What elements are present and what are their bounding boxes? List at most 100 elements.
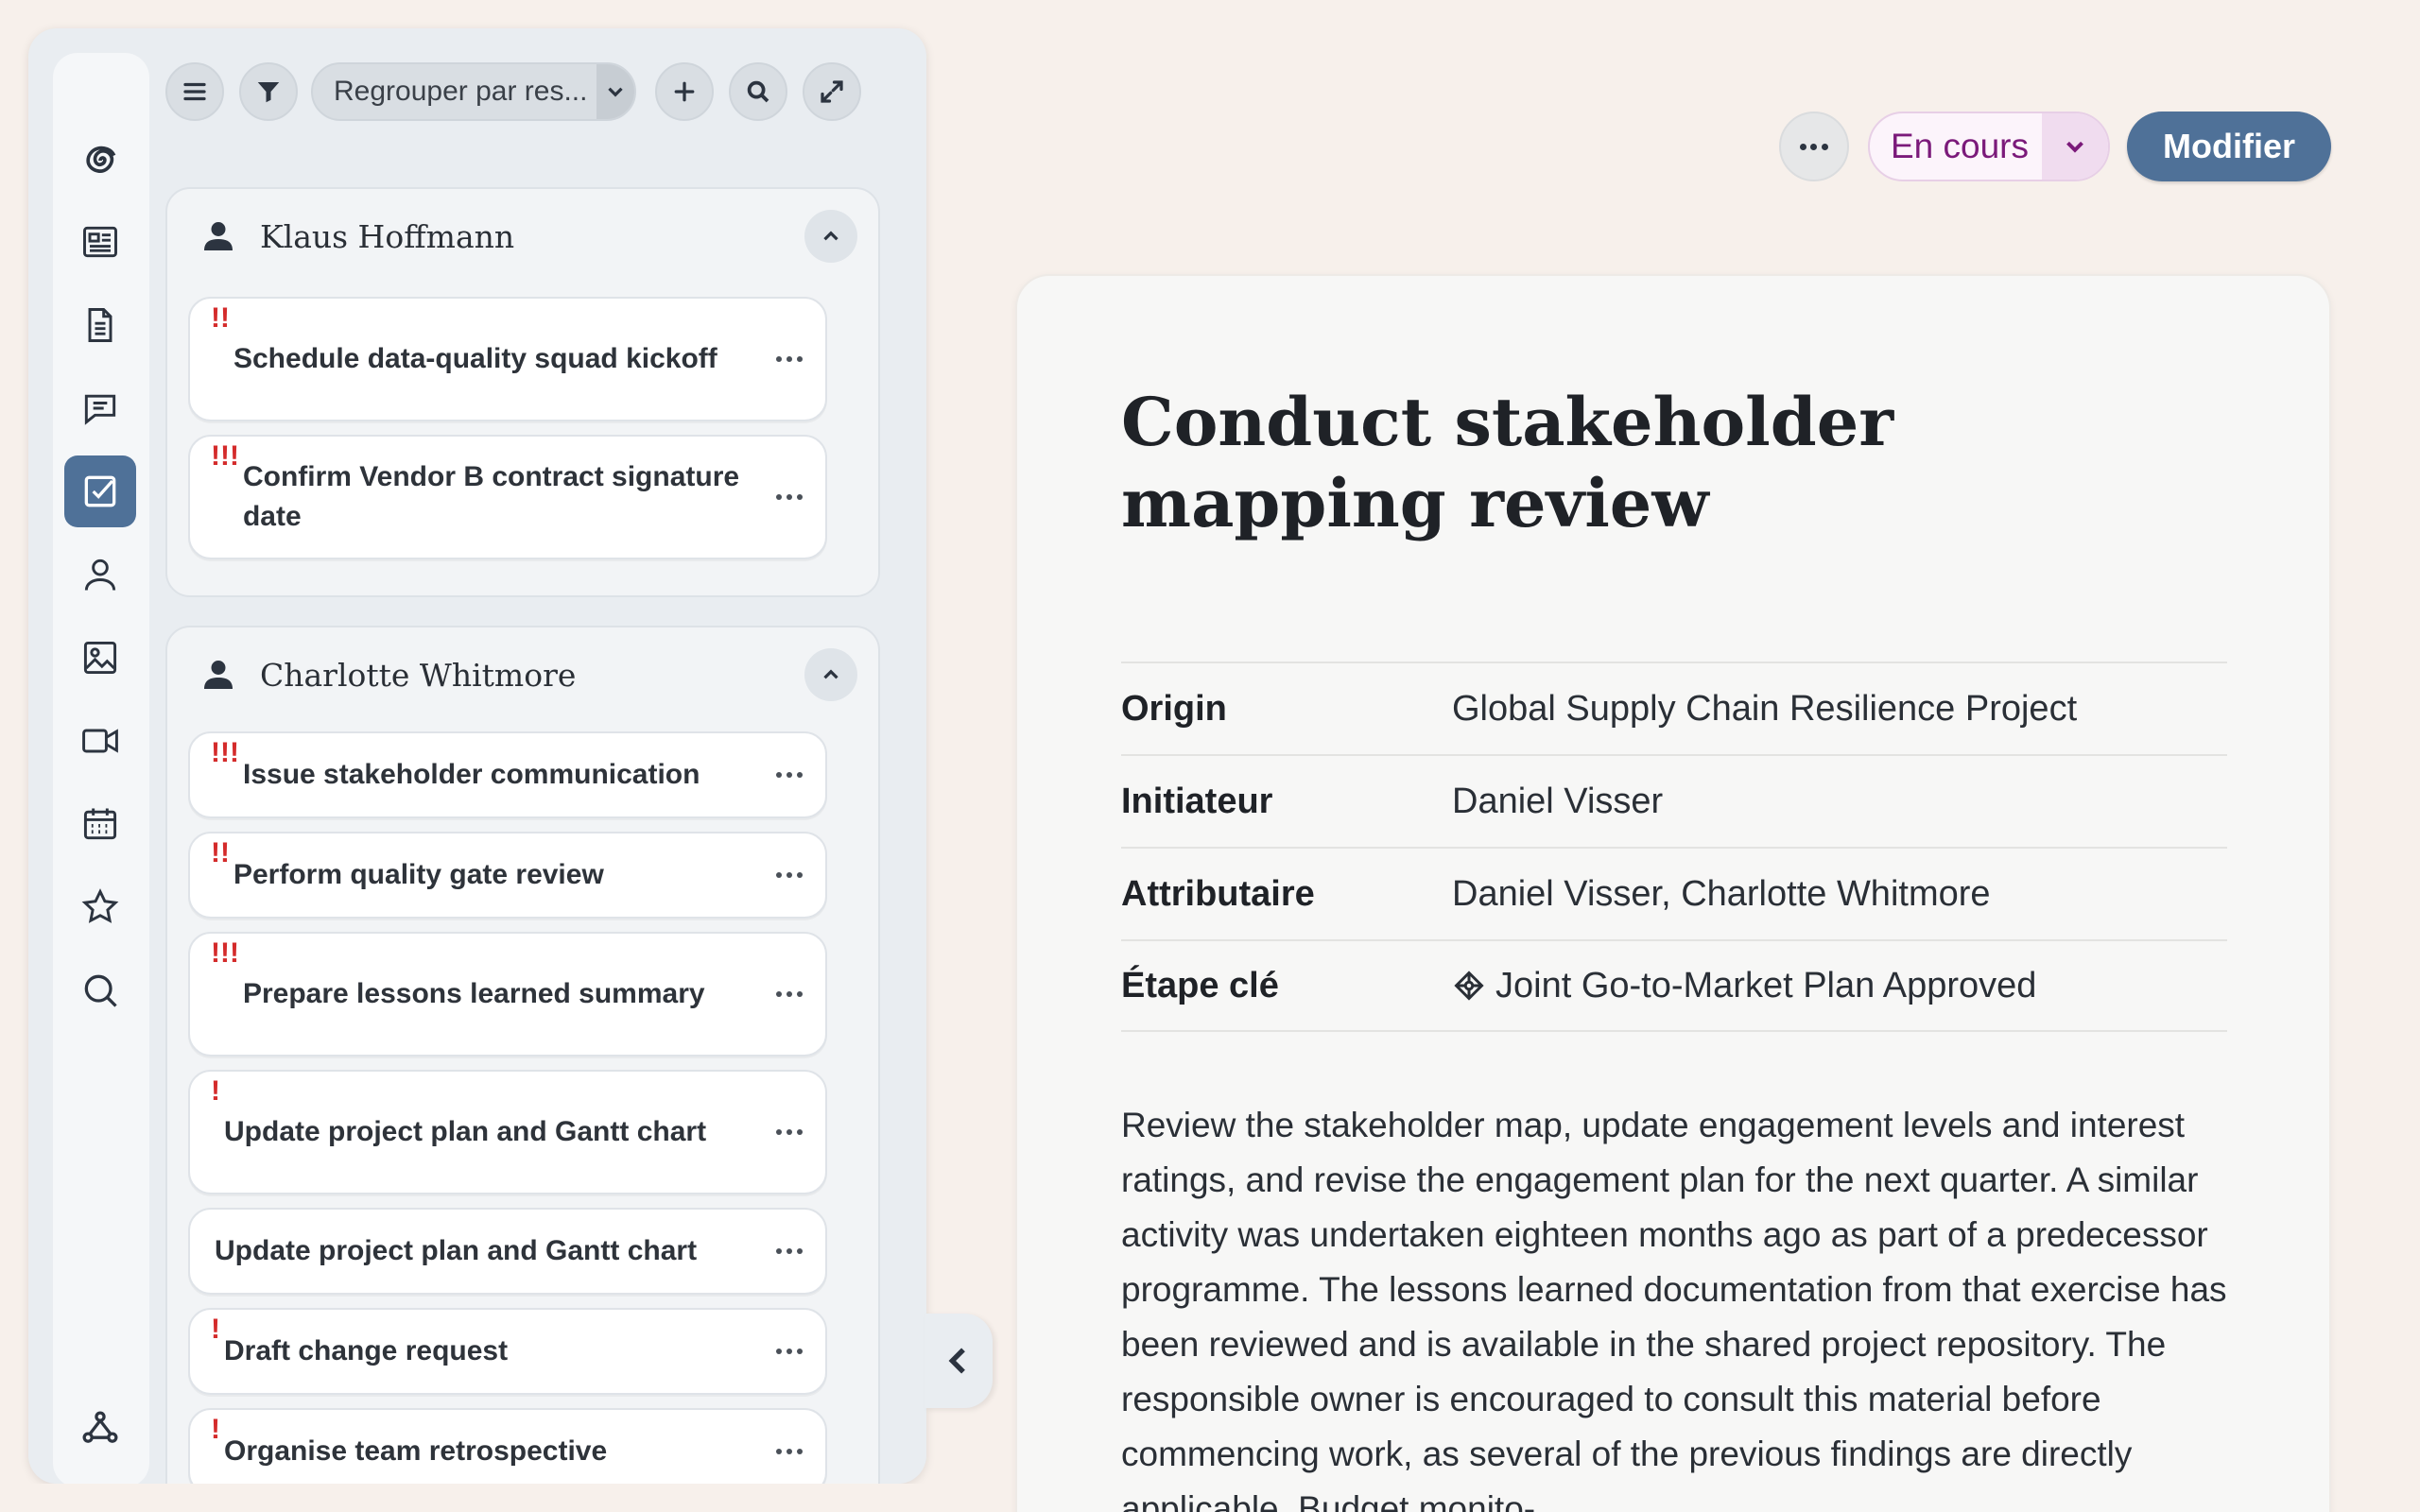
person-icon (204, 222, 233, 250)
property-key: Initiateur (1121, 781, 1273, 821)
task-title: Update project plan and Gantt chart (224, 1116, 707, 1147)
chevron-up-icon (823, 231, 838, 241)
property-value[interactable]: Global Supply Chain Resilience Project (1452, 689, 2077, 730)
status-label: En cours (1890, 127, 2029, 165)
priority-indicator: !!! (211, 440, 239, 472)
search-button[interactable] (729, 62, 787, 121)
task-title: Confirm Vendor B contract signature date (242, 461, 740, 532)
task-title: Organise team retrospective (224, 1435, 608, 1467)
milestone-name: Joint Go-to-Market Plan Approved (1495, 965, 2037, 1005)
priority-indicator: !!! (211, 737, 239, 768)
task-title: Update project plan and Gantt chart (215, 1235, 698, 1266)
priority-indicator: !!! (211, 937, 239, 969)
edit-button[interactable]: Modifier (2127, 112, 2331, 181)
status-select[interactable]: En cours (1867, 112, 2110, 181)
more-options-icon[interactable] (776, 491, 803, 503)
group-name: Klaus Hoffmann (260, 217, 515, 255)
property-value[interactable]: Daniel Visser, Charlotte Whitmore (1452, 874, 1991, 915)
more-options-icon[interactable] (776, 988, 803, 1000)
filter-icon (257, 82, 280, 103)
property-key: Étape clé (1121, 965, 1279, 1005)
property-assignee: Attributaire Daniel Visser, Charlotte Wh… (1121, 847, 2227, 939)
task-card[interactable]: ! Update project plan and Gantt chart (188, 1070, 827, 1194)
task-detail-card: Conduct stakeholder mapping review Origi… (1015, 274, 2331, 1512)
task-properties: Origin Global Supply Chain Resilience Pr… (1121, 662, 2227, 1032)
property-value-milestone[interactable]: Joint Go-to-Market Plan Approved (1452, 966, 2036, 1006)
task-actions: En cours Modifier (1778, 112, 2331, 181)
chevron-down-icon (2042, 113, 2108, 180)
task-title-heading: Conduct stakeholder mapping review (1121, 383, 1894, 542)
more-options-icon[interactable] (776, 869, 803, 881)
collapse-panel-button[interactable] (925, 1314, 993, 1408)
more-options-icon[interactable] (776, 1446, 803, 1457)
video-icon[interactable] (64, 705, 136, 777)
priority-indicator: ! (211, 1414, 220, 1445)
task-toolbar: Regrouper par res... (165, 62, 861, 121)
search-icon[interactable] (64, 954, 136, 1026)
task-card[interactable]: !!! Prepare lessons learned summary (188, 932, 827, 1057)
panel-clip (0, 1484, 945, 1512)
star-icon[interactable] (64, 871, 136, 943)
menu-button[interactable] (165, 62, 224, 121)
task-card[interactable]: !!! Confirm Vendor B contract signature … (188, 435, 827, 559)
group-header: Charlotte Whitmore (201, 646, 576, 703)
image-icon[interactable] (64, 622, 136, 694)
group-klaus-hoffmann: Klaus Hoffmann !! Schedule data-quality … (165, 187, 880, 597)
property-key: Attributaire (1121, 873, 1315, 914)
news-icon[interactable] (64, 206, 136, 278)
priority-indicator: !! (211, 302, 230, 334)
search-icon (747, 80, 769, 103)
more-options-icon[interactable] (776, 1346, 803, 1357)
priority-indicator: !! (211, 837, 230, 868)
collapse-group-button[interactable] (804, 210, 857, 263)
property-initiator: Initiateur Daniel Visser (1121, 754, 2227, 847)
tasks-icon[interactable] (64, 455, 136, 527)
task-card[interactable]: !! Perform quality gate review (188, 832, 827, 919)
task-title: Issue stakeholder communication (242, 759, 700, 790)
filter-button[interactable] (239, 62, 298, 121)
task-card[interactable]: !! Schedule data-quality squad kickoff (188, 297, 827, 421)
plus-icon (674, 81, 695, 102)
chevron-up-icon (823, 669, 838, 679)
group-by-label: Regrouper par res... (334, 76, 588, 107)
task-description: Review the stakeholder map, update engag… (1121, 1106, 2227, 1512)
property-value[interactable]: Daniel Visser (1452, 782, 1663, 822)
task-title: Prepare lessons learned summary (242, 978, 705, 1009)
expand-icon (821, 80, 843, 103)
document-icon[interactable] (64, 289, 136, 361)
property-milestone: Étape clé Joint Go-to-Market Plan Approv… (1121, 939, 2227, 1032)
chevron-left-icon (948, 1348, 965, 1374)
calendar-icon[interactable] (64, 788, 136, 860)
property-key: Origin (1121, 688, 1227, 729)
property-origin: Origin Global Supply Chain Resilience Pr… (1121, 662, 2227, 754)
expand-button[interactable] (803, 62, 861, 121)
group-name: Charlotte Whitmore (260, 656, 577, 694)
group-charlotte-whitmore: Charlotte Whitmore !!! Issue stakeholder… (165, 626, 880, 1512)
more-actions-button[interactable] (1778, 112, 1849, 181)
task-card[interactable]: Update project plan and Gantt chart (188, 1208, 827, 1295)
add-task-button[interactable] (655, 62, 714, 121)
more-options-icon[interactable] (776, 769, 803, 781)
hamburger-icon (183, 82, 206, 101)
milestone-icon (1454, 971, 1484, 1001)
logo-icon[interactable] (64, 125, 136, 197)
settings-icon[interactable] (64, 1393, 136, 1465)
task-title: Perform quality gate review (233, 859, 604, 890)
more-options-icon[interactable] (776, 353, 803, 365)
more-options-icon[interactable] (776, 1126, 803, 1138)
app-sidebar (53, 53, 149, 1484)
task-card[interactable]: ! Organise team retrospective (188, 1408, 827, 1495)
priority-indicator: ! (211, 1075, 220, 1107)
chat-icon[interactable] (64, 372, 136, 444)
task-title: Schedule data-quality squad kickoff (233, 343, 717, 374)
more-options-icon[interactable] (776, 1246, 803, 1257)
task-card[interactable]: !!! Issue stakeholder communication (188, 731, 827, 818)
group-by-select[interactable]: Regrouper par res... (311, 62, 636, 121)
task-title: Draft change request (224, 1335, 509, 1366)
person-icon[interactable] (64, 539, 136, 610)
priority-indicator: ! (211, 1314, 220, 1345)
person-icon (204, 661, 233, 689)
task-card[interactable]: ! Draft change request (188, 1308, 827, 1395)
more-options-icon (1799, 142, 1828, 151)
collapse-group-button[interactable] (804, 648, 857, 701)
